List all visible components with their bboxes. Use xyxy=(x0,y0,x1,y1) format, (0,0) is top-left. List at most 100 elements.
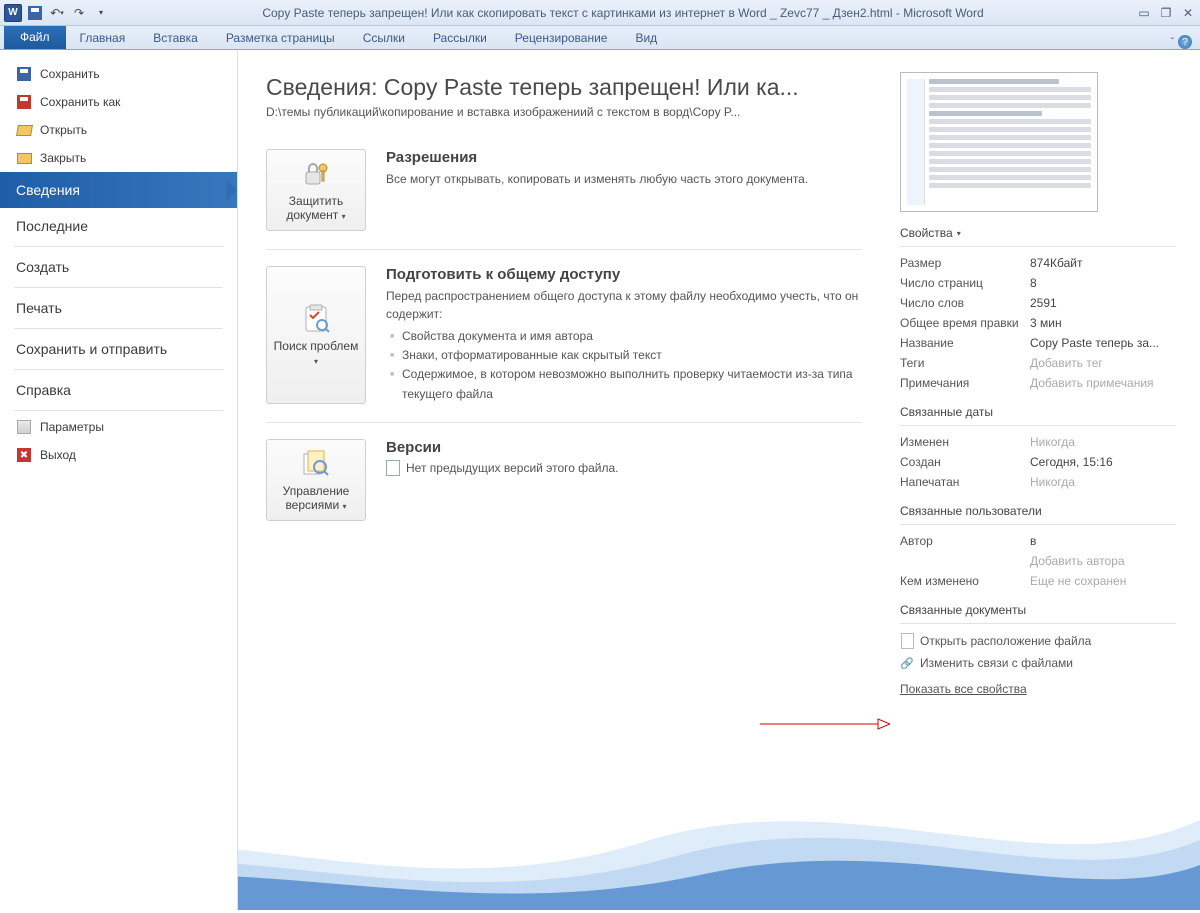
redo-qat-button[interactable]: ↷ xyxy=(70,4,88,22)
ribbon-tab-review[interactable]: Рецензирование xyxy=(501,27,622,49)
chevron-down-icon: ▾ xyxy=(314,357,318,366)
sidebar-item-help[interactable]: Справка xyxy=(0,372,237,408)
file-tab[interactable]: Файл xyxy=(4,26,66,49)
info-title: Сведения: Copy Paste теперь запрещен! Ил… xyxy=(266,74,862,101)
settings-icon xyxy=(16,419,32,435)
document-icon xyxy=(386,460,400,476)
sidebar-item-label: Создать xyxy=(16,259,69,275)
ribbon-tab-layout[interactable]: Разметка страницы xyxy=(212,27,349,49)
sidebar-item-label: Сохранить как xyxy=(40,95,120,109)
prop-row-name: НазваниеCopy Paste теперь за... xyxy=(900,333,1176,353)
ribbon-tab-mailings[interactable]: Рассылки xyxy=(419,27,501,49)
save-icon xyxy=(16,66,32,82)
properties-panel: Свойства ▾ Размер874Кбайт Число страниц8… xyxy=(890,50,1200,910)
edit-links-link[interactable]: 🔗 Изменить связи с файлами xyxy=(900,652,1176,674)
sidebar-item-label: Сохранить xyxy=(40,67,100,81)
exit-icon: ✖ xyxy=(16,447,32,463)
protect-document-button[interactable]: Защитить документ ▾ xyxy=(266,149,366,231)
info-path: D:\темы публикаций\копирование и вставка… xyxy=(266,105,862,119)
sidebar-item-save-send[interactable]: Сохранить и отправить xyxy=(0,331,237,367)
sidebar-item-print[interactable]: Печать xyxy=(0,290,237,326)
undo-qat-button[interactable]: ↶▾ xyxy=(48,4,66,22)
list-item: Содержимое, в котором невозможно выполни… xyxy=(386,365,862,403)
sidebar-item-recent[interactable]: Последние xyxy=(0,208,237,244)
versions-icon xyxy=(300,448,332,480)
related-dates-header: Связанные даты xyxy=(900,405,1176,419)
manage-versions-button[interactable]: Управление версиями ▾ xyxy=(266,439,366,521)
restore-button[interactable]: ❐ xyxy=(1158,6,1174,20)
sidebar-item-save-as[interactable]: Сохранить как xyxy=(0,88,237,116)
section-text: Перед распространением общего доступа к … xyxy=(386,287,862,323)
help-icon[interactable]: ? xyxy=(1178,35,1192,49)
open-file-location-link[interactable]: Открыть расположение файла xyxy=(900,630,1176,652)
checklist-icon xyxy=(300,303,332,335)
prop-row-size: Размер874Кбайт xyxy=(900,253,1176,273)
button-label: Управление версиями xyxy=(283,484,350,512)
button-label: Защитить документ xyxy=(286,194,343,222)
list-item: Знаки, отформатированные как скрытый тек… xyxy=(386,346,862,365)
sidebar-item-open[interactable]: Открыть xyxy=(0,116,237,144)
sidebar-item-label: Справка xyxy=(16,382,71,398)
divider xyxy=(900,246,1176,247)
section-text: Нет предыдущих версий этого файла. xyxy=(406,461,619,475)
section-text: Все могут открывать, копировать и изменя… xyxy=(386,170,862,188)
ribbon-collapse-icon[interactable]: ˇ xyxy=(1171,37,1174,48)
sidebar-item-close[interactable]: Закрыть xyxy=(0,144,237,172)
sidebar-item-new[interactable]: Создать xyxy=(0,249,237,285)
sidebar-item-label: Закрыть xyxy=(40,151,86,165)
sidebar-item-label: Сохранить и отправить xyxy=(16,341,167,357)
title-bar: W ↶▾ ↷ ▾ Copy Paste теперь запрещен! Или… xyxy=(0,0,1200,26)
section-heading: Версии xyxy=(386,439,862,456)
ribbon-tab-home[interactable]: Главная xyxy=(66,27,140,49)
sidebar-divider xyxy=(14,369,223,370)
prop-row-add-author[interactable]: Добавить автора xyxy=(900,551,1176,571)
prop-row-modified-by: Кем измененоЕще не сохранен xyxy=(900,571,1176,591)
sidebar-item-info[interactable]: Сведения xyxy=(0,172,237,208)
section-permissions: Защитить документ ▾ Разрешения Все могут… xyxy=(266,149,862,250)
related-users-header: Связанные пользователи xyxy=(900,504,1176,518)
chevron-down-icon: ▾ xyxy=(957,229,961,238)
sidebar-item-label: Параметры xyxy=(40,420,104,434)
prop-row-notes[interactable]: ПримечанияДобавить примечания xyxy=(900,373,1176,393)
sidebar-item-save[interactable]: Сохранить xyxy=(0,60,237,88)
properties-dropdown[interactable]: Свойства ▾ xyxy=(900,226,1176,240)
ribbon-tabs: Файл Главная Вставка Разметка страницы С… xyxy=(0,26,1200,50)
show-all-properties-link[interactable]: Показать все свойства xyxy=(900,682,1027,696)
prop-row-edittime: Общее время правки3 мин xyxy=(900,313,1176,333)
sidebar-item-options[interactable]: Параметры xyxy=(0,413,237,441)
sidebar-item-label: Открыть xyxy=(40,123,87,137)
info-panel: Сведения: Copy Paste теперь запрещен! Ил… xyxy=(238,50,890,910)
prop-row-pages: Число страниц8 xyxy=(900,273,1176,293)
divider xyxy=(900,623,1176,624)
prop-row-printed: НапечатанНикогда xyxy=(900,472,1176,492)
document-thumbnail[interactable] xyxy=(900,72,1098,212)
ribbon-tab-insert[interactable]: Вставка xyxy=(139,27,212,49)
prop-row-tags[interactable]: ТегиДобавить тег xyxy=(900,353,1176,373)
sidebar-item-label: Выход xyxy=(40,448,76,462)
chevron-down-icon: ▾ xyxy=(342,212,346,221)
word-app-icon[interactable]: W xyxy=(4,4,22,22)
save-qat-button[interactable] xyxy=(26,4,44,22)
ribbon-tab-view[interactable]: Вид xyxy=(621,27,671,49)
backstage-sidebar: Сохранить Сохранить как Открыть Закрыть … xyxy=(0,50,238,910)
chevron-down-icon: ▾ xyxy=(343,502,347,511)
check-issues-button[interactable]: Поиск проблем ▾ xyxy=(266,266,366,404)
save-as-icon xyxy=(16,94,32,110)
sidebar-divider xyxy=(14,287,223,288)
quick-access-toolbar: W ↶▾ ↷ ▾ xyxy=(4,4,110,22)
sidebar-item-exit[interactable]: ✖ Выход xyxy=(0,441,237,469)
close-folder-icon xyxy=(16,150,32,166)
file-icon xyxy=(900,634,914,648)
button-label: Поиск проблем xyxy=(274,339,359,353)
divider xyxy=(900,524,1176,525)
close-window-button[interactable]: ✕ xyxy=(1180,6,1196,20)
ribbon-tab-references[interactable]: Ссылки xyxy=(349,27,419,49)
qat-customize[interactable]: ▾ xyxy=(92,4,110,22)
section-heading: Подготовить к общему доступу xyxy=(386,266,862,283)
minimize-button[interactable]: ▭ xyxy=(1136,6,1152,20)
sidebar-divider xyxy=(14,246,223,247)
divider xyxy=(900,425,1176,426)
chain-link-icon: 🔗 xyxy=(900,656,914,670)
sidebar-item-label: Печать xyxy=(16,300,62,316)
sidebar-item-label: Последние xyxy=(16,218,88,234)
